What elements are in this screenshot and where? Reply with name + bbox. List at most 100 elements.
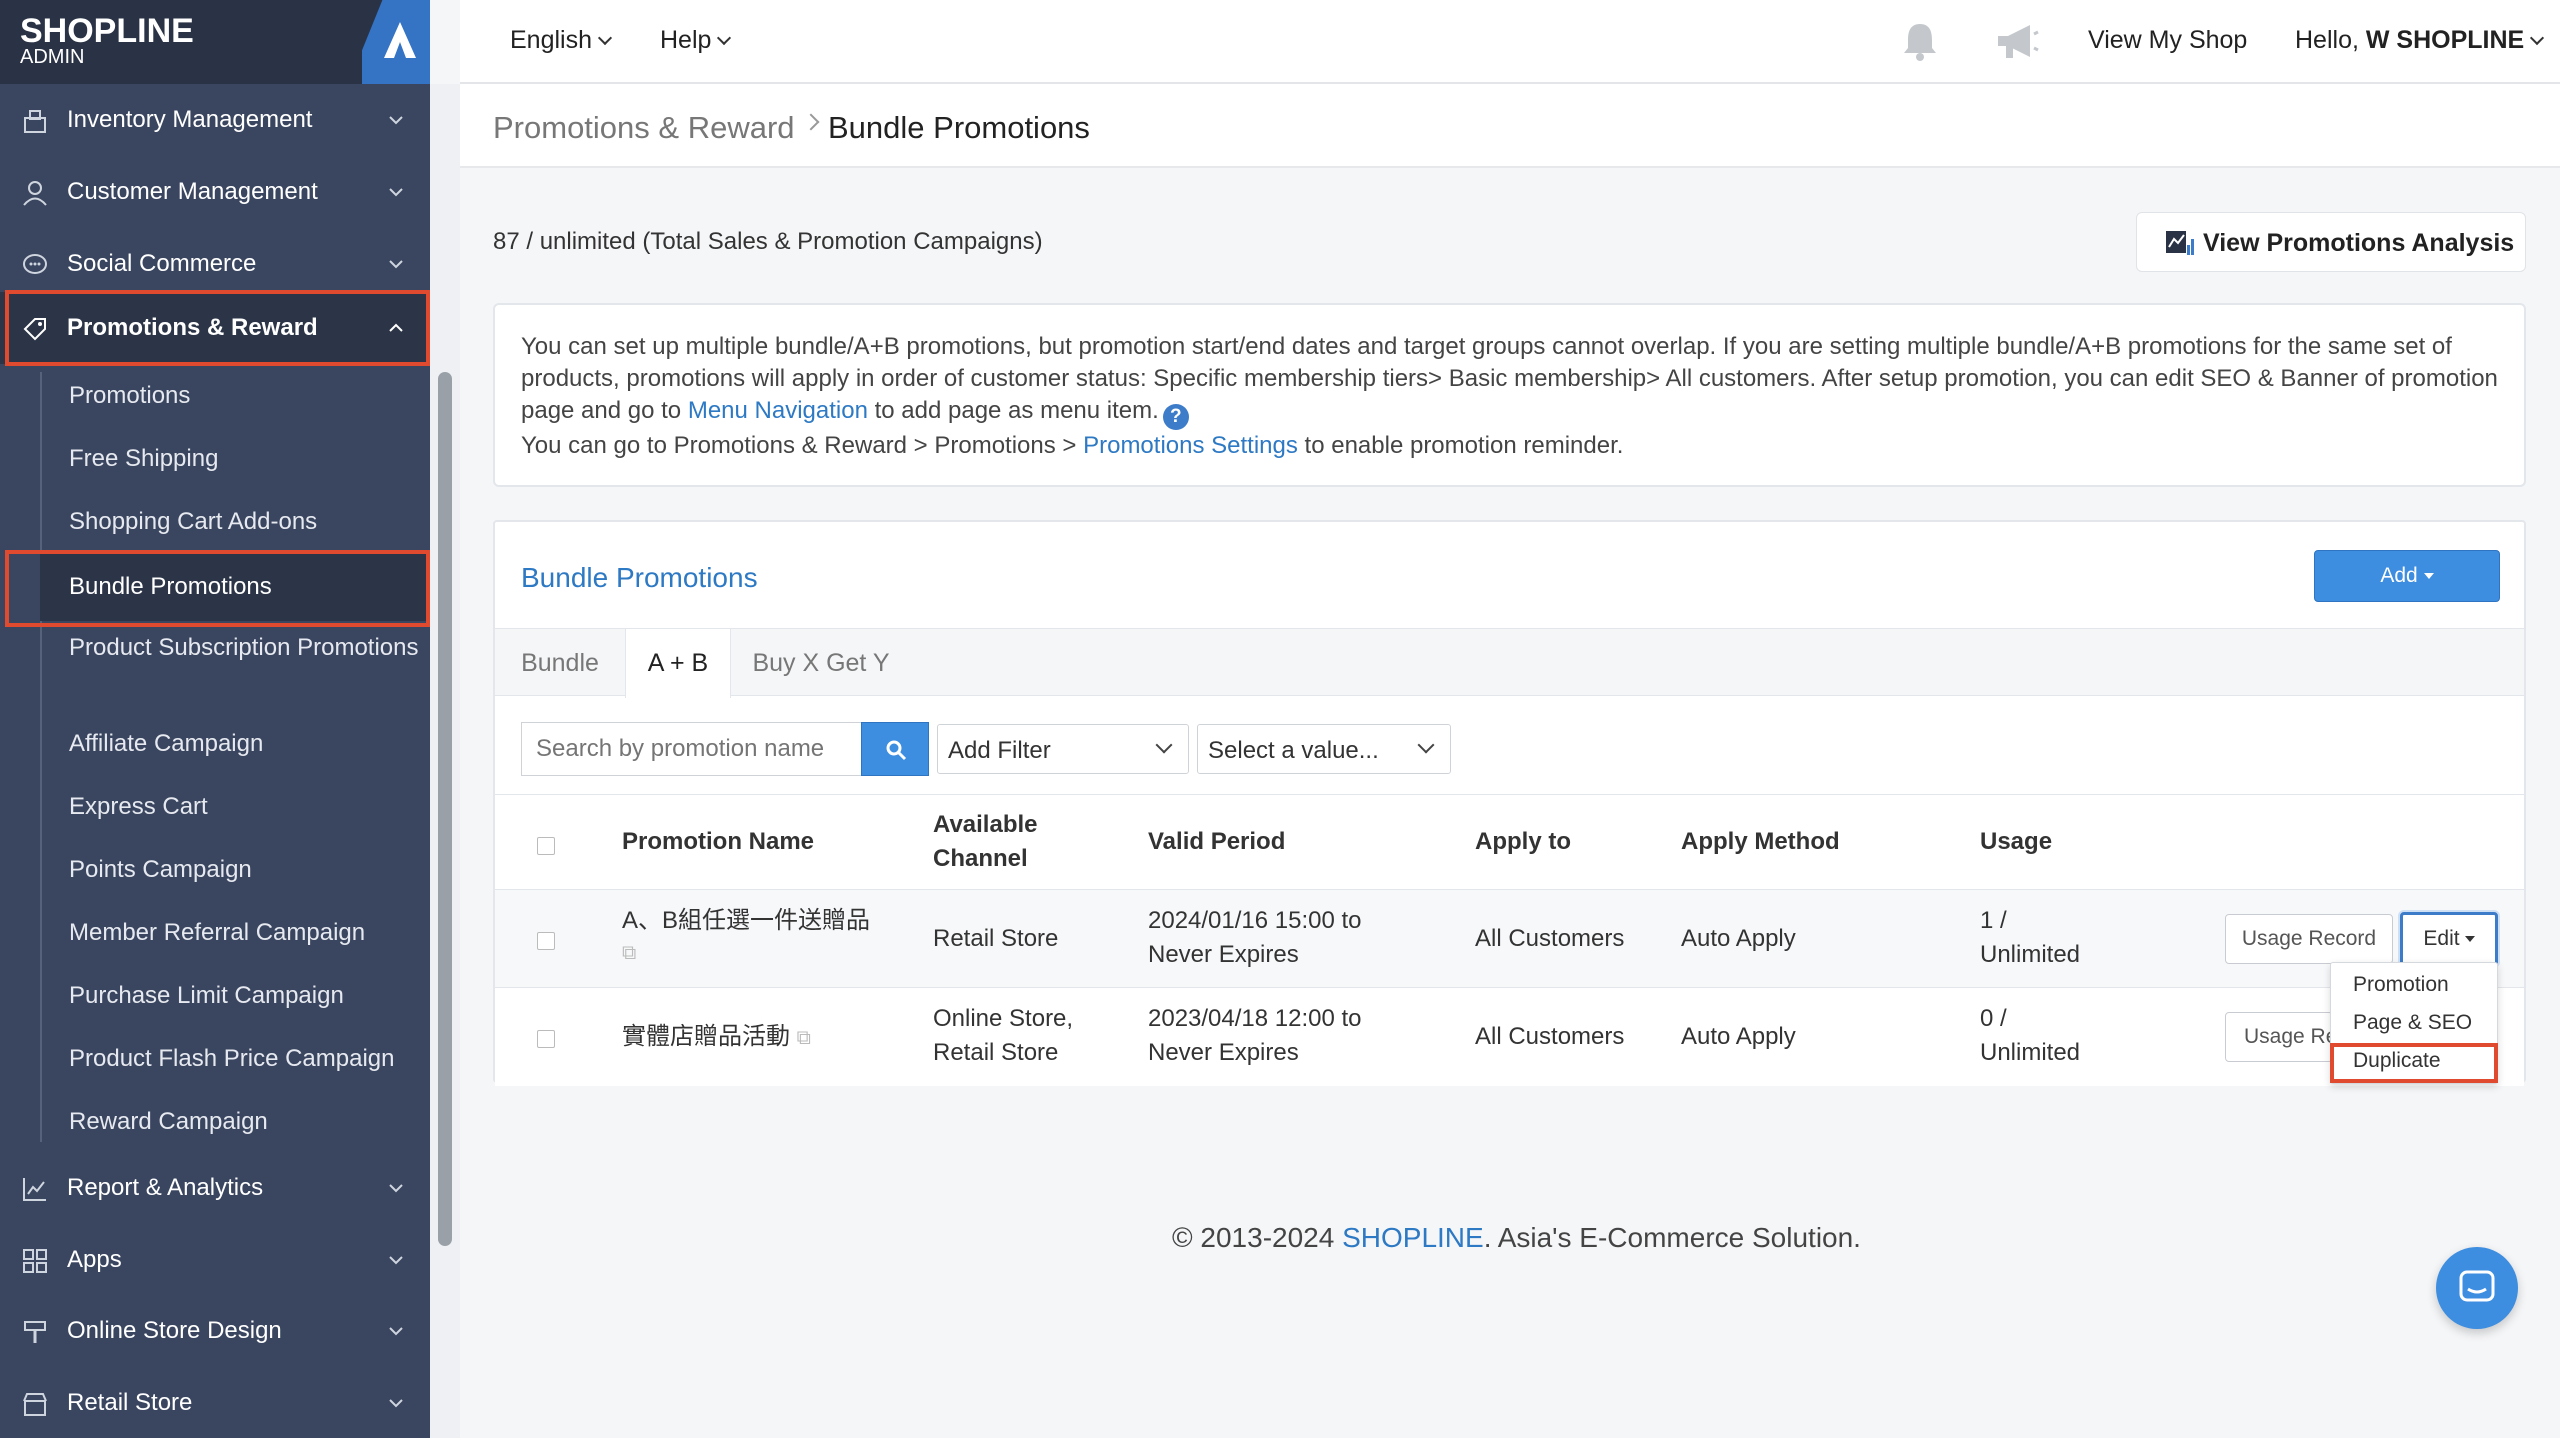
row-checkbox[interactable] xyxy=(537,1030,555,1048)
sidebar-subitem-free-shipping[interactable]: Free Shipping xyxy=(40,442,430,476)
hello-label: Hello, xyxy=(2295,26,2359,54)
sidebar-scrollbar[interactable] xyxy=(438,372,452,1246)
breadcrumb-parent[interactable]: Promotions & Reward xyxy=(493,110,795,146)
promotion-name-text: 實體店贈品活動 xyxy=(622,1023,790,1050)
search-icon xyxy=(886,740,907,761)
collapse-sidebar-button[interactable] xyxy=(362,0,430,84)
sidebar-subitem-express-cart[interactable]: Express Cart xyxy=(40,790,430,824)
sidebar-item-label: Report & Analytics xyxy=(67,1174,264,1201)
chevron-down-icon xyxy=(2530,30,2545,46)
chevron-down-icon xyxy=(1417,736,1435,754)
sidebar-item-label: Apps xyxy=(67,1246,122,1273)
sidebar-subitem-points-campaign[interactable]: Points Campaign xyxy=(40,853,430,887)
sidebar-subitem-purchase-limit[interactable]: Purchase Limit Campaign xyxy=(40,979,430,1013)
sidebar-subitem-product-flash-price[interactable]: Product Flash Price Campaign xyxy=(40,1042,430,1076)
chat-icon xyxy=(23,254,47,274)
sidebar-item-inventory-management[interactable]: Inventory Management xyxy=(0,84,430,156)
highlight-duplicate xyxy=(2330,1043,2498,1083)
external-link-icon[interactable]: ⧉ xyxy=(797,1021,817,1049)
bell-icon[interactable] xyxy=(1900,20,1940,62)
usage-limit: Unlimited xyxy=(1980,941,2081,968)
sidebar-subitem-member-referral[interactable]: Member Referral Campaign xyxy=(40,916,430,950)
column-apply-method: Apply Method xyxy=(1681,828,1840,855)
sidebar-subitem-affiliate-campaign[interactable]: Affiliate Campaign xyxy=(40,727,430,761)
promotion-name[interactable]: 實體店贈品活動 ⧉ xyxy=(622,1020,817,1054)
sidebar-item-label: Online Store Design xyxy=(67,1317,282,1344)
footer-brand-link[interactable]: SHOPLINE xyxy=(1342,1222,1484,1253)
chevron-down-icon xyxy=(389,1184,403,1193)
chat-icon xyxy=(2459,1270,2495,1302)
sidebar-subitem-shopping-cart-addons[interactable]: Shopping Cart Add-ons xyxy=(40,505,430,539)
row-checkbox[interactable] xyxy=(537,932,555,950)
chat-support-button[interactable] xyxy=(2436,1247,2518,1329)
caret-down-icon xyxy=(2423,573,2434,579)
help-question-icon[interactable]: ? xyxy=(1162,404,1189,430)
usage-record-button[interactable]: Usage Record xyxy=(2225,914,2393,964)
sidebar-subitem-reward-campaign[interactable]: Reward Campaign xyxy=(40,1105,430,1139)
user-icon xyxy=(23,181,47,206)
chevron-down-icon xyxy=(389,1327,403,1336)
valid-period-end: Never Expires xyxy=(1148,1039,1299,1066)
sidebar-item-report-analytics[interactable]: Report & Analytics xyxy=(0,1152,430,1224)
apply-to: All Customers xyxy=(1475,1023,1625,1050)
sidebar: SHOPLINE ADMIN Inventory Management Cust… xyxy=(0,0,430,1438)
available-channel-b: Retail Store xyxy=(933,1039,1059,1066)
chevron-down-icon xyxy=(717,30,732,46)
sidebar-item-apps[interactable]: Apps xyxy=(0,1224,430,1296)
select-all-checkbox[interactable] xyxy=(537,837,555,855)
chevron-right-icon xyxy=(802,113,820,131)
menu-item-promotion[interactable]: Promotion xyxy=(2353,973,2449,997)
apply-method: Auto Apply xyxy=(1681,925,1796,952)
tab-a-plus-b[interactable]: A + B xyxy=(625,629,731,698)
external-link-icon[interactable]: ⧉ xyxy=(622,942,642,964)
view-my-shop-link[interactable]: View My Shop xyxy=(2088,26,2247,55)
search-input[interactable] xyxy=(521,722,861,776)
search-button[interactable] xyxy=(861,722,929,776)
language-selector[interactable]: English xyxy=(510,26,613,55)
valid-period-end: Never Expires xyxy=(1148,941,1299,968)
user-menu[interactable]: Hello, W SHOPLINE xyxy=(2295,26,2545,55)
usage-record-button[interactable]: Usage Re xyxy=(2225,1012,2333,1062)
sidebar-item-customer-management[interactable]: Customer Management xyxy=(0,156,430,228)
sidebar-subitem-promotions[interactable]: Promotions xyxy=(40,379,430,413)
help-label: Help xyxy=(660,26,712,54)
usage-count: 1 / xyxy=(1980,907,2007,934)
column-valid-period: Valid Period xyxy=(1148,828,1286,855)
add-button[interactable]: Add xyxy=(2314,550,2500,602)
help-menu[interactable]: Help xyxy=(660,26,732,55)
filter-value-select[interactable]: Select a value... xyxy=(1197,724,1451,774)
tab-buy-x-get-y[interactable]: Buy X Get Y xyxy=(731,629,911,697)
tab-bundle[interactable]: Bundle xyxy=(495,629,625,697)
column-usage: Usage xyxy=(1980,828,2053,855)
notice-text-2b: to enable promotion reminder. xyxy=(1297,432,1624,459)
user-name: W SHOPLINE xyxy=(2365,26,2525,54)
highlight-promotions-reward xyxy=(5,290,430,366)
sidebar-item-online-store-design[interactable]: Online Store Design xyxy=(0,1295,430,1367)
megaphone-icon[interactable] xyxy=(1994,22,2040,62)
footer-copyright: © 2013-2024 xyxy=(1172,1222,1343,1253)
promotions-settings-link[interactable]: Promotions Settings xyxy=(1083,432,1298,459)
chevron-down-icon xyxy=(597,30,613,46)
info-notice: You can set up multiple bundle/A+B promo… xyxy=(493,303,2526,487)
brand-header: SHOPLINE ADMIN xyxy=(0,0,430,84)
sidebar-item-retail-store[interactable]: Retail Store xyxy=(0,1367,430,1438)
sidebar-item-label: Inventory Management xyxy=(67,106,313,133)
add-filter-select[interactable]: Add Filter xyxy=(937,724,1189,774)
apply-method: Auto Apply xyxy=(1681,1023,1796,1050)
edit-button[interactable]: Edit xyxy=(2400,912,2498,966)
view-promotions-analysis-button[interactable]: View Promotions Analysis xyxy=(2136,212,2526,272)
usage-count: 0 / xyxy=(1980,1005,2007,1032)
chevron-down-icon xyxy=(389,260,403,269)
store-icon xyxy=(23,1393,47,1416)
chevron-down-icon xyxy=(389,188,403,197)
menu-item-page-seo[interactable]: Page & SEO xyxy=(2353,1011,2472,1035)
sidebar-subitem-product-subscription[interactable]: Product Subscription Promotions xyxy=(40,631,420,665)
menu-navigation-link[interactable]: Menu Navigation xyxy=(688,397,868,424)
filter-value: Add Filter xyxy=(948,737,1051,764)
page-title: Bundle Promotions xyxy=(828,110,1090,145)
add-button-label: Add xyxy=(2380,564,2418,587)
sidebar-item-label: Customer Management xyxy=(67,178,318,205)
caret-down-icon xyxy=(2464,936,2475,942)
notice-text-2a: You can go to Promotions & Reward > Prom… xyxy=(521,432,1084,459)
promotion-name[interactable]: A、B組任選一件送贈品 xyxy=(622,904,870,938)
